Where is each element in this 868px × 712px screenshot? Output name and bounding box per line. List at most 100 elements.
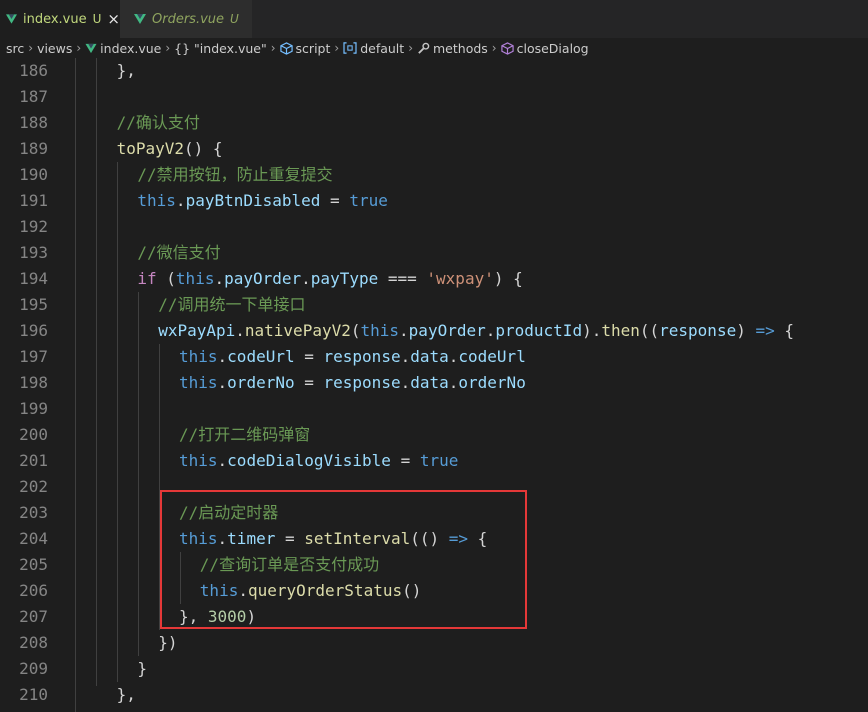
line-number: 190 — [19, 165, 48, 184]
code-token: . — [235, 321, 245, 340]
code-line[interactable]: 187 — [0, 84, 868, 110]
line-number: 199 — [19, 399, 48, 418]
code-token: (( — [639, 321, 660, 340]
code-token: if — [137, 269, 157, 288]
code-token: this — [360, 321, 400, 340]
tab-orders-vue[interactable]: Orders.vue U — [120, 0, 252, 38]
code-token: then — [601, 321, 640, 340]
code-token: response — [323, 373, 401, 392]
code-token: //禁用按钮，防止重复提交 — [137, 165, 333, 184]
breadcrumb-default[interactable]: default — [343, 41, 404, 56]
vue-file-icon — [134, 14, 146, 24]
brackets-icon — [343, 42, 357, 54]
code-line[interactable]: 210}, — [0, 682, 868, 708]
chevron-right-icon: › — [334, 41, 340, 55]
line-number: 196 — [19, 321, 48, 340]
breadcrumb: src › views › index.vue › {} "index.vue"… — [0, 38, 868, 58]
chevron-right-icon: › — [76, 41, 82, 55]
code-token: true — [349, 191, 388, 210]
code-token: productId — [495, 321, 583, 340]
line-number: 208 — [19, 633, 48, 652]
code-line[interactable]: 200 //打开二维码弹窗 — [0, 422, 868, 448]
code-token: . — [448, 347, 459, 366]
wrench-icon — [418, 42, 430, 54]
code-line[interactable]: 209} — [0, 656, 868, 682]
breadcrumb-file[interactable]: index.vue — [85, 41, 161, 56]
code-token: . — [217, 347, 228, 366]
code-token: wxPayApi — [158, 321, 236, 340]
code-token: codeUrl — [227, 347, 295, 366]
code-line[interactable]: 193 //微信支付 — [0, 240, 868, 266]
code-token: payBtnDisabled — [185, 191, 321, 210]
code-token: codeUrl — [458, 347, 526, 366]
code-text: }, — [117, 58, 136, 84]
breadcrumb-script[interactable]: script — [279, 41, 330, 56]
tab-label: Orders.vue — [152, 11, 225, 27]
code-text: } — [137, 656, 147, 682]
code-line[interactable]: 197 this.codeUrl = response.data.codeUrl — [0, 344, 868, 370]
line-number: 200 — [19, 425, 48, 444]
code-token: //确认支付 — [116, 113, 200, 132]
code-token: payOrder — [224, 269, 302, 288]
line-number: 203 — [19, 503, 48, 522]
code-token: . — [175, 191, 186, 210]
line-number: 204 — [19, 529, 48, 548]
code-token: response — [323, 347, 401, 366]
code-text: toPayV2() { — [117, 136, 223, 162]
code-text: //确认支付 — [117, 110, 200, 136]
code-token: toPayV2 — [116, 139, 185, 158]
code-line[interactable]: 201 this.codeDialogVisible = true — [0, 448, 868, 474]
close-icon[interactable]: × — [107, 11, 120, 27]
line-number: 188 — [19, 113, 48, 132]
line-number: 192 — [19, 217, 48, 236]
line-number: 209 — [19, 659, 48, 678]
code-line[interactable]: 199 — [0, 396, 868, 422]
method-cube-icon — [500, 41, 514, 55]
tab-index-vue[interactable]: index.vue U × — [0, 0, 120, 38]
breadcrumb-closeDialog[interactable]: closeDialog — [500, 41, 589, 56]
code-line[interactable]: 192 — [0, 214, 868, 240]
untracked-badge: U — [230, 12, 239, 26]
code-text: this.codeDialogVisible = true — [179, 448, 458, 474]
code-token: this — [179, 451, 218, 470]
tab-label: index.vue — [22, 11, 87, 27]
code-line[interactable]: 196 wxPayApi.nativePayV2(this.payOrder.pr… — [0, 318, 868, 344]
code-line[interactable]: 198 this.orderNo = response.data.orderNo — [0, 370, 868, 396]
code-line[interactable]: 188 //确认支付 — [0, 110, 868, 136]
line-number: 205 — [19, 555, 48, 574]
breadcrumb-views[interactable]: views — [37, 41, 72, 56]
code-token: data — [410, 373, 449, 392]
code-token: response — [659, 321, 737, 340]
code-token: { — [774, 321, 794, 340]
highlight-box — [160, 490, 527, 629]
chevron-right-icon: › — [270, 41, 276, 55]
code-text: wxPayApi.nativePayV2(this.payOrder.produ… — [158, 318, 794, 344]
code-text: //调用统一下单接口 — [158, 292, 305, 318]
line-number: 206 — [19, 581, 48, 600]
code-token: ( — [350, 321, 361, 340]
code-line[interactable]: 190 //禁用按钮，防止重复提交 — [0, 162, 868, 188]
breadcrumb-module[interactable]: {} "index.vue" — [174, 41, 267, 56]
breadcrumb-src[interactable]: src — [6, 41, 24, 56]
code-line[interactable]: 195 //调用统一下单接口 — [0, 292, 868, 318]
line-number: 202 — [19, 477, 48, 496]
line-number: 193 — [19, 243, 48, 262]
line-number: 187 — [19, 87, 48, 106]
code-token: //打开二维码弹窗 — [179, 425, 311, 444]
code-token: } — [137, 659, 148, 678]
code-line[interactable]: 191 this.payBtnDisabled = true — [0, 188, 868, 214]
code-text: this.orderNo = response.data.orderNo — [179, 370, 526, 396]
code-token: = — [320, 191, 350, 210]
code-text: //禁用按钮，防止重复提交 — [137, 162, 332, 188]
code-token: . — [448, 373, 459, 392]
code-line[interactable]: 189 toPayV2() { — [0, 136, 868, 162]
line-number: 201 — [19, 451, 48, 470]
code-line[interactable]: 208}) — [0, 630, 868, 656]
code-text: this.payBtnDisabled = true — [137, 188, 387, 214]
breadcrumb-methods[interactable]: methods — [417, 41, 488, 56]
code-token: }, — [116, 685, 136, 704]
code-line[interactable]: 186}, — [0, 58, 868, 84]
code-text: this.codeUrl = response.data.codeUrl — [179, 344, 526, 370]
code-line[interactable]: 194 if (this.payOrder.payType === 'wxpay'… — [0, 266, 868, 292]
chevron-right-icon: › — [165, 41, 171, 55]
